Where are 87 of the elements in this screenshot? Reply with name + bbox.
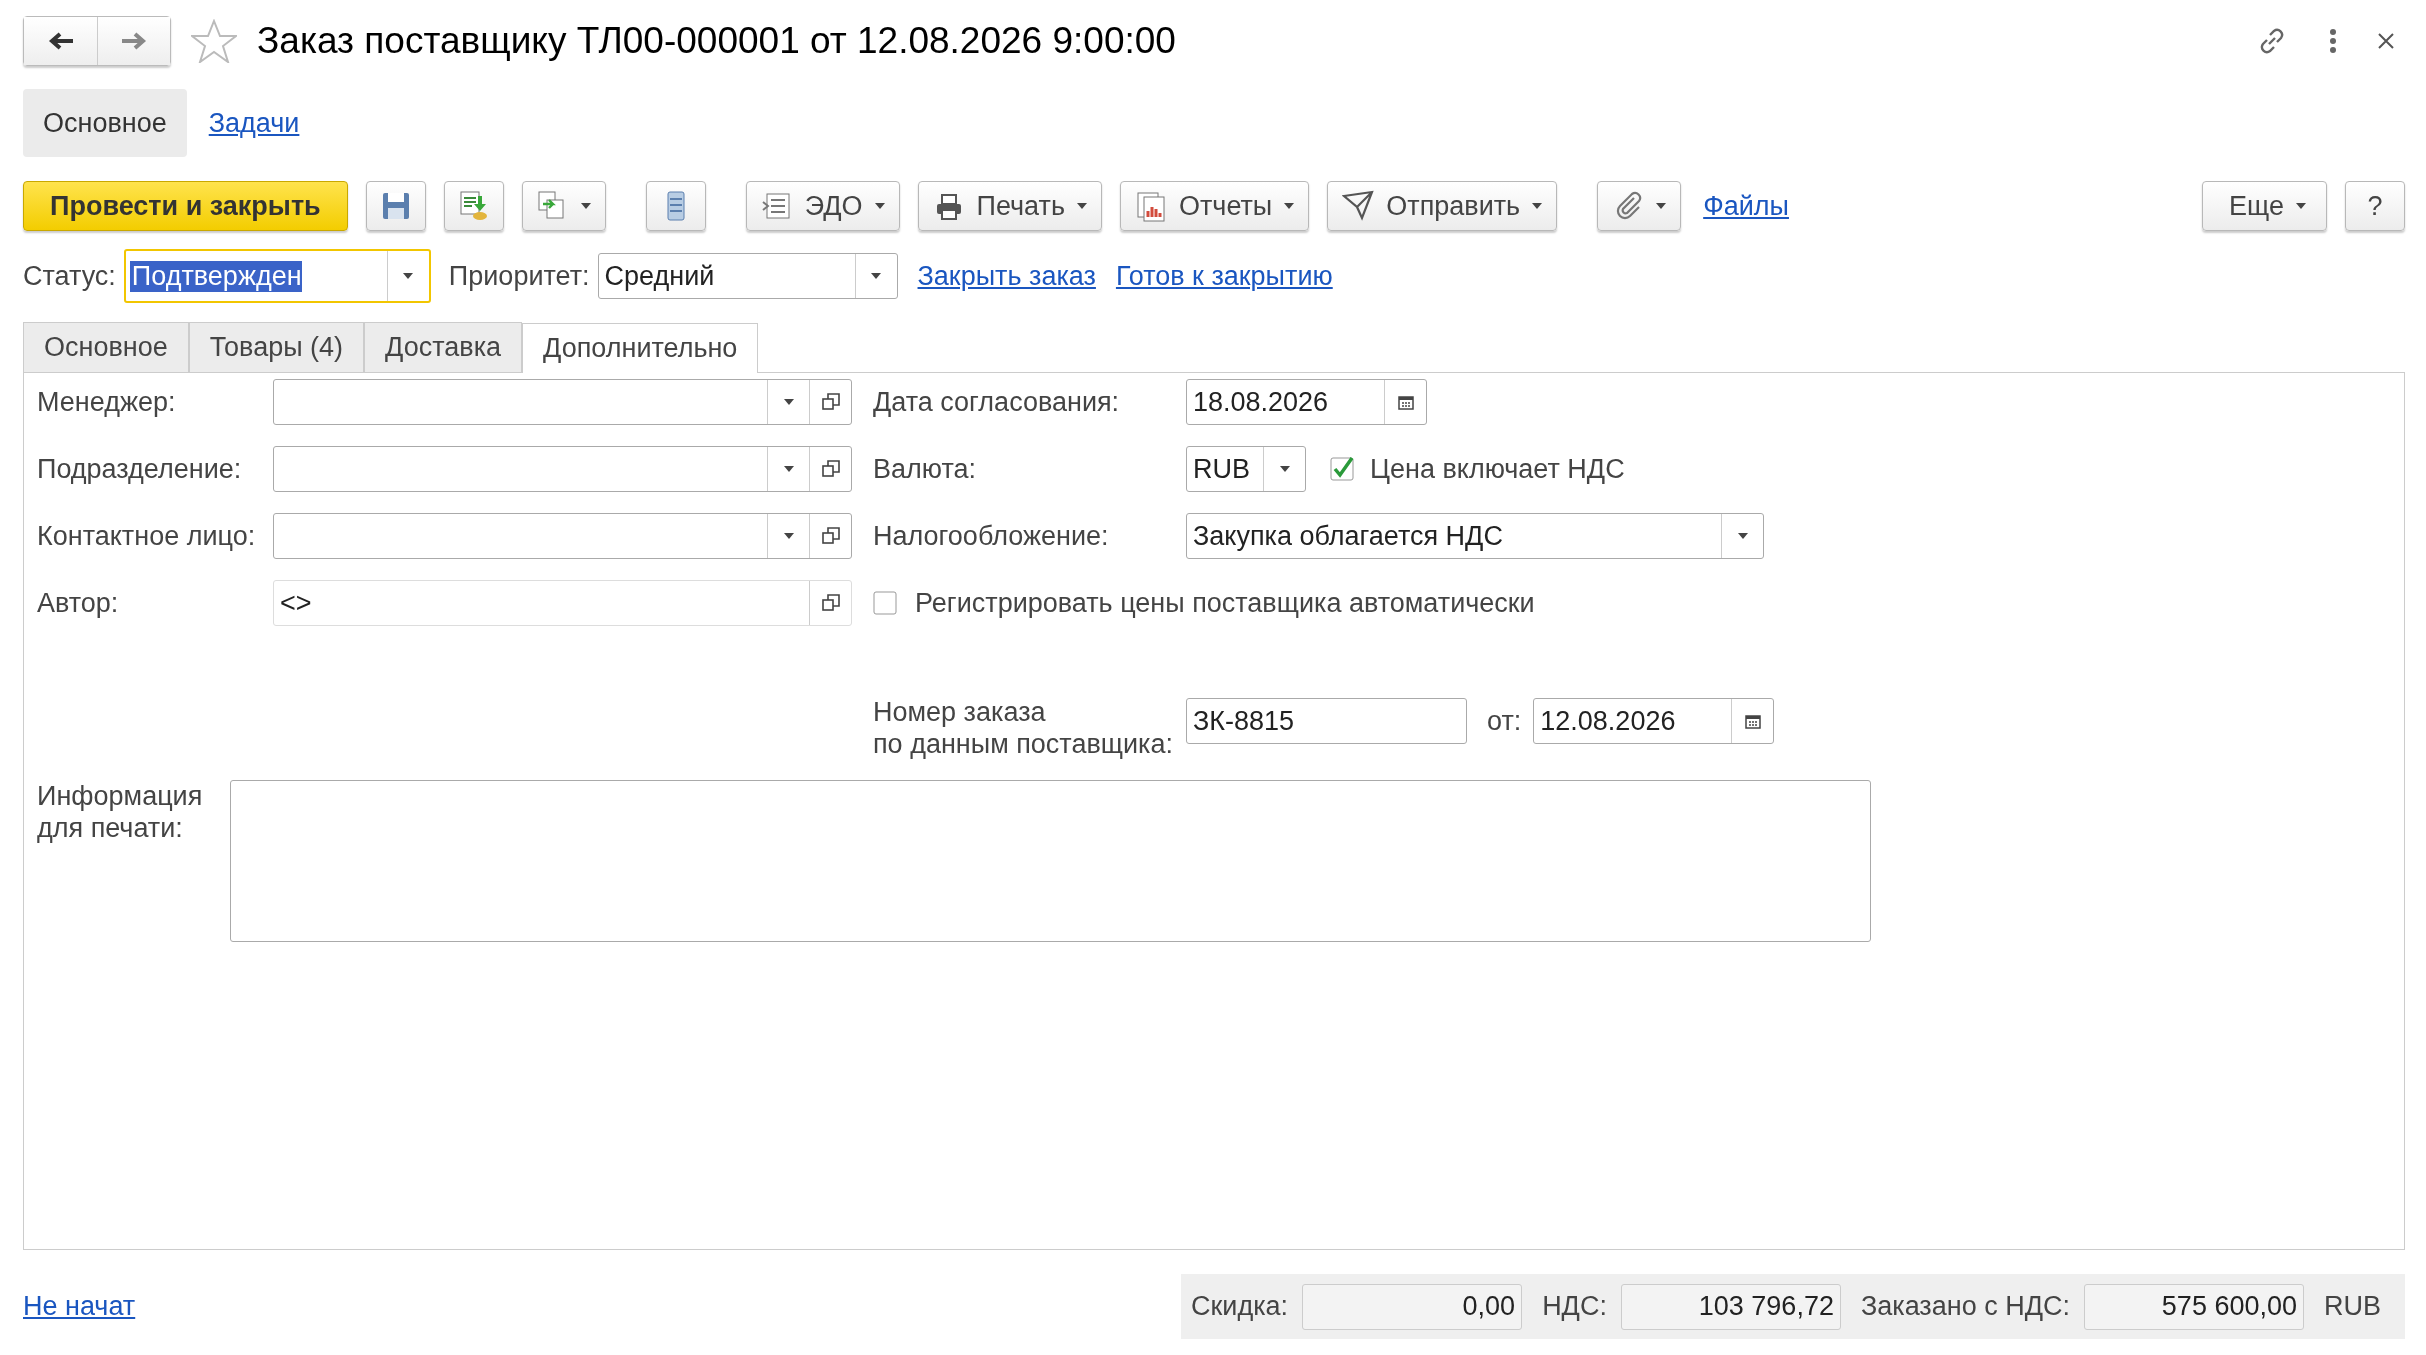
field-label: Дата согласования: (873, 386, 1121, 418)
paper-plane-icon (1342, 190, 1375, 222)
action-link[interactable]: Готов к закрытию (1115, 260, 1333, 292)
caret-icon (1279, 466, 1290, 472)
field-label: Номер заказа по данным поставщика: (873, 696, 1174, 760)
caret-icon (403, 273, 414, 279)
caret-icon (1284, 203, 1295, 209)
status-label: Статус: (23, 260, 116, 292)
taxation-field[interactable]: Закупка облагается НДС (1186, 513, 1764, 559)
section-tab[interactable]: Основное (23, 89, 187, 157)
state-link[interactable]: Не начат (23, 1291, 136, 1322)
section-tab[interactable]: Задачи (186, 89, 300, 157)
checkbox[interactable] (1330, 457, 1354, 481)
caret-icon (580, 203, 591, 209)
field-label: Контактное лицо: (37, 520, 257, 552)
caret-icon (1656, 203, 1667, 209)
icon-button[interactable] (645, 181, 706, 231)
document-lines-icon (760, 190, 793, 222)
input-field[interactable]: <> (273, 580, 852, 626)
menu-button[interactable]: Еще (2202, 181, 2327, 231)
status-field[interactable]: Подтвержден (123, 249, 431, 303)
calendar-icon (1744, 713, 1761, 729)
menu-button[interactable]: Печать (917, 181, 1102, 231)
total-field: 575 600,00 (2084, 1283, 2304, 1330)
field-label: от: (1487, 706, 1522, 737)
back-button[interactable] (24, 17, 97, 65)
field-label: Налогообложение: (873, 520, 1110, 552)
caret-icon (783, 466, 794, 472)
total-label: НДС: (1542, 1291, 1607, 1322)
priority-label: Приоритет: (448, 260, 590, 292)
checkbox-label: Цена включает НДС (1370, 453, 1625, 485)
left-arrow-icon (47, 31, 74, 51)
icon-button[interactable] (443, 181, 504, 231)
tab[interactable]: Дополнительно (522, 323, 759, 373)
open-window-icon (821, 460, 840, 478)
menu-button[interactable]: ЭДО (745, 181, 900, 231)
caret-icon (1737, 533, 1748, 539)
menu-button[interactable]: Отправить (1327, 181, 1558, 231)
open-window-icon (821, 594, 840, 612)
caret-icon (1532, 203, 1543, 209)
icon-button[interactable] (365, 181, 426, 231)
icon-button[interactable] (521, 181, 606, 231)
date-field[interactable]: 18.08.2026 (1186, 379, 1427, 425)
caret-icon (871, 273, 882, 279)
tab[interactable]: Товары (4) (188, 322, 365, 372)
window-title: Заказ поставщику ТЛ00-000001 от 12.08.2026 9:00:00 (257, 20, 1176, 62)
field-label: Валюта: (873, 453, 978, 485)
more-options-icon[interactable] (2329, 28, 2337, 54)
total-label: Скидка: (1191, 1291, 1289, 1322)
post-and-close-button[interactable]: Провести и закрыть (23, 181, 348, 231)
field-label: Информация для печати: (37, 780, 204, 845)
document-coins-icon (457, 190, 490, 222)
currency-label: RUB (2324, 1291, 2381, 1322)
caret-icon (2296, 203, 2306, 209)
date-field[interactable]: 12.08.2026 (1533, 698, 1775, 744)
priority-field[interactable]: Средний (597, 253, 898, 299)
total-field: 103 796,72 (1620, 1283, 1841, 1330)
field-label: Автор: (37, 587, 120, 619)
input-field[interactable] (273, 513, 852, 559)
caret-icon (874, 203, 885, 209)
calendar-icon (1397, 394, 1414, 410)
checkbox[interactable] (873, 591, 897, 615)
field-label: Подразделение: (37, 453, 243, 485)
caret-icon (783, 533, 794, 539)
files-link[interactable]: Файлы (1703, 190, 1789, 222)
input-field[interactable] (273, 446, 852, 492)
close-icon[interactable] (2377, 32, 2395, 50)
report-chart-icon (1134, 190, 1167, 222)
order-number-field[interactable]: ЗК-8815 (1186, 698, 1467, 744)
open-window-icon (821, 393, 840, 411)
tab[interactable]: Доставка (364, 322, 523, 372)
action-link[interactable]: Закрыть заказ (917, 260, 1096, 292)
menu-button[interactable]: Отчеты (1119, 181, 1310, 231)
total-field: 0,00 (1302, 1283, 1523, 1330)
caret-icon (783, 399, 794, 405)
open-window-icon (821, 527, 840, 545)
field-label: Менеджер: (37, 386, 177, 418)
right-arrow-icon (121, 31, 147, 51)
total-label: Заказано с НДС: (1860, 1291, 2070, 1322)
caret-icon (1076, 203, 1087, 209)
checkbox-label: Регистрировать цены поставщика автоматически (915, 587, 1535, 619)
currency-field[interactable]: RUB (1186, 446, 1306, 492)
help-button[interactable]: ? (2345, 181, 2405, 231)
tab[interactable]: Основное (23, 322, 189, 372)
star-icon[interactable] (191, 19, 237, 63)
icon-button[interactable] (1597, 181, 1682, 231)
input-field[interactable] (273, 379, 852, 425)
